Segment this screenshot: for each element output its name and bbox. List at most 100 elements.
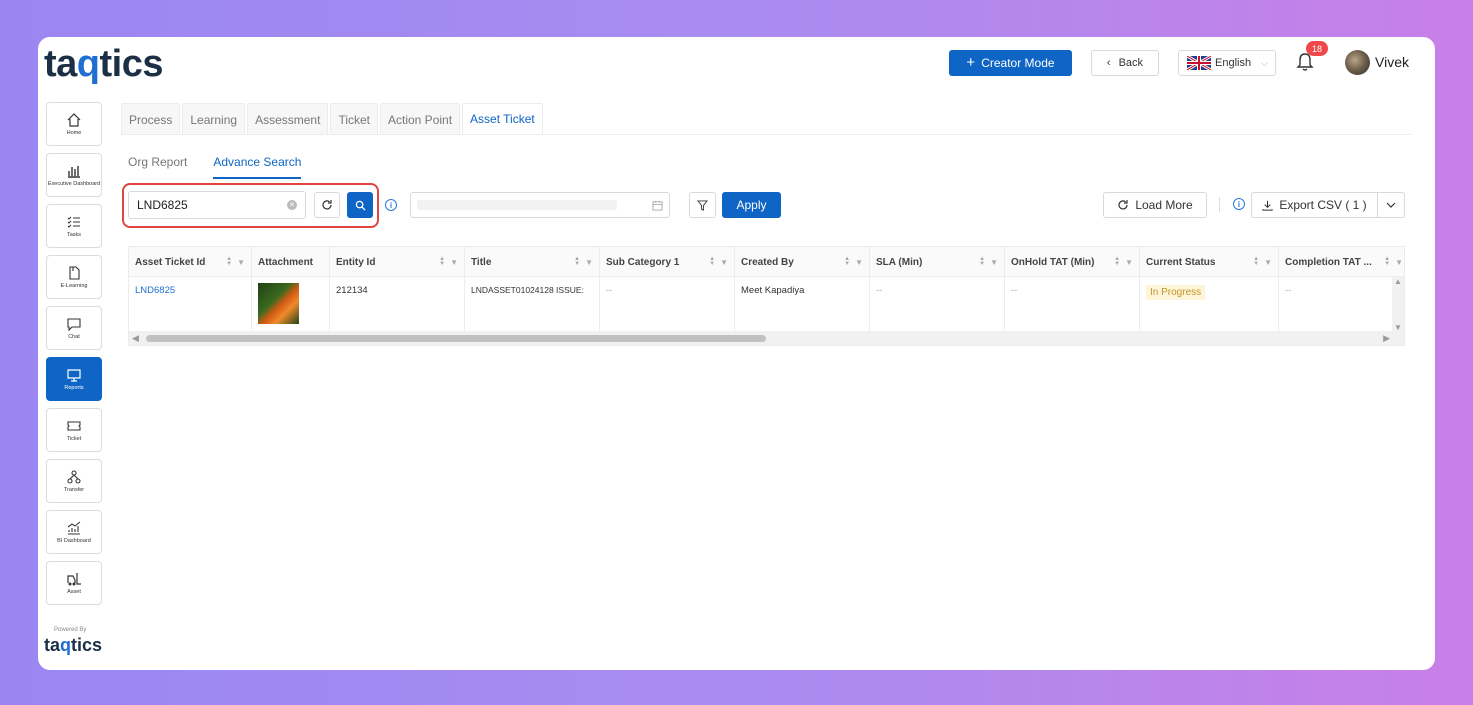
sidebar-item-executive-dashboard[interactable]: Executive Dashboard [46, 153, 102, 197]
column-header-attachment[interactable]: Attachment [252, 247, 330, 277]
export-csv-main[interactable]: Export CSV ( 1 ) [1252, 193, 1378, 217]
load-more-button[interactable]: Load More [1103, 192, 1207, 218]
column-label: Current Status [1146, 256, 1216, 268]
sort-icon[interactable]: ▲ ▼ [574, 256, 580, 267]
powered-by-logo: taqtics [44, 635, 103, 655]
column-header-entity-id[interactable]: Entity Id ▲ ▼ ▼ [330, 247, 465, 277]
analytics-icon [67, 521, 81, 535]
filter-icon[interactable]: ▼ [1264, 258, 1272, 267]
sidebar-item-bi-dashboard[interactable]: BI Dashboard [46, 510, 102, 554]
tab-asset-ticket[interactable]: Asset Ticket [462, 103, 543, 135]
ticket-icon [67, 421, 81, 431]
sidebar-item-tasks[interactable]: Tasks [46, 204, 102, 248]
sidebar-item-e-learning[interactable]: E-Learning [46, 255, 102, 299]
column-header-asset-ticket-id[interactable]: Asset Ticket Id ▲ ▼ ▼ [129, 247, 252, 277]
bar-chart-icon [68, 166, 80, 178]
home-icon [67, 113, 81, 127]
sidebar-item-chat[interactable]: Chat [46, 306, 102, 350]
search-button[interactable] [347, 192, 373, 218]
filter-icon[interactable]: ▼ [1125, 258, 1133, 267]
sort-icon[interactable]: ▲ ▼ [709, 256, 715, 267]
export-csv-button[interactable]: Export CSV ( 1 ) [1251, 192, 1405, 218]
chevron-left-icon: ‹ [1106, 57, 1111, 69]
scroll-up-icon[interactable]: ▲ [1394, 277, 1402, 286]
tab-assessment[interactable]: Assessment [247, 103, 329, 135]
export-csv-label: Export CSV ( 1 ) [1279, 198, 1367, 212]
filter-icon[interactable]: ▼ [450, 258, 458, 267]
column-header-completion-tat[interactable]: Completion TAT ... ▲ ▼ ▼ [1279, 247, 1404, 277]
username[interactable]: Vivek [1375, 54, 1409, 70]
column-header-sla[interactable]: SLA (Min) ▲ ▼ ▼ [870, 247, 1005, 277]
sidebar-item-ticket[interactable]: Ticket [46, 408, 102, 452]
sidebar-item-reports[interactable]: Reports [46, 357, 102, 401]
filter-icon[interactable]: ▼ [1395, 258, 1403, 267]
tab-process[interactable]: Process [121, 103, 181, 135]
back-button[interactable]: ‹ Back [1091, 50, 1159, 76]
cell-sub-category: -- [600, 277, 735, 332]
info-icon[interactable]: i [385, 199, 397, 211]
scroll-right-icon[interactable]: ▶ [1383, 333, 1390, 344]
sort-icon[interactable]: ▲ ▼ [1253, 256, 1259, 267]
cell-attachment [252, 277, 330, 332]
sidebar-item-asset[interactable]: Asset [46, 561, 102, 605]
column-header-onhold-tat[interactable]: OnHold TAT (Min) ▲ ▼ ▼ [1005, 247, 1140, 277]
filter-icon[interactable]: ▼ [585, 258, 593, 267]
column-header-created-by[interactable]: Created By ▲ ▼ ▼ [735, 247, 870, 277]
filter-icon[interactable]: ▼ [990, 258, 998, 267]
subtab-org-report[interactable]: Org Report [128, 155, 187, 179]
language-select[interactable]: English ⌵ [1178, 50, 1276, 76]
download-icon [1262, 200, 1273, 211]
column-header-current-status[interactable]: Current Status ▲ ▼ ▼ [1140, 247, 1279, 277]
column-header-sub-category[interactable]: Sub Category 1 ▲ ▼ ▼ [600, 247, 735, 277]
table-row[interactable]: LND6825 212134 LNDASSET01024128 ISSUE: -… [129, 277, 1404, 332]
cell-completion-tat: -- [1285, 285, 1292, 296]
filter-icon [697, 199, 708, 211]
sidebar-item-label: BI Dashboard [57, 538, 91, 544]
apply-button[interactable]: Apply [722, 192, 781, 218]
scroll-left-icon[interactable]: ◀ [132, 333, 139, 344]
column-label: Entity Id [336, 256, 376, 268]
sidebar-item-home[interactable]: Home [46, 102, 102, 146]
filter-icon[interactable]: ▼ [855, 258, 863, 267]
scrollbar-thumb[interactable] [146, 335, 766, 342]
search-input[interactable]: LND6825 ✕ [128, 191, 306, 219]
tab-ticket[interactable]: Ticket [330, 103, 378, 135]
plus-icon: + [966, 54, 976, 71]
clear-icon[interactable]: ✕ [287, 200, 297, 210]
attachment-thumbnail[interactable] [258, 283, 299, 324]
cell-onhold-tat: -- [1005, 277, 1140, 332]
sort-icon[interactable]: ▲ ▼ [979, 256, 985, 267]
creator-mode-button[interactable]: + Creator Mode [949, 50, 1072, 76]
sort-icon[interactable]: ▲ ▼ [1114, 256, 1120, 267]
sort-icon[interactable]: ▲ ▼ [1384, 256, 1390, 267]
avatar[interactable] [1345, 50, 1370, 75]
column-header-title[interactable]: Title ▲ ▼ ▼ [465, 247, 600, 277]
chat-icon [67, 318, 81, 332]
horizontal-scrollbar[interactable]: ◀ ▶ [129, 331, 1404, 345]
date-range-input[interactable] [410, 192, 670, 218]
network-icon [67, 470, 81, 484]
tab-action-point[interactable]: Action Point [380, 103, 461, 135]
export-info-icon[interactable]: i [1233, 198, 1245, 210]
sort-icon[interactable]: ▲ ▼ [226, 256, 232, 267]
sort-icon[interactable]: ▲ ▼ [439, 256, 445, 267]
creator-mode-label: Creator Mode [981, 56, 1055, 70]
export-dropdown-toggle[interactable] [1378, 193, 1404, 217]
asset-ticket-table: Asset Ticket Id ▲ ▼ ▼ Attachment Entity Id… [128, 246, 1405, 346]
column-label: OnHold TAT (Min) [1011, 256, 1095, 268]
subtab-advance-search[interactable]: Advance Search [213, 155, 302, 179]
filter-icon[interactable]: ▼ [237, 258, 245, 267]
sort-icon[interactable]: ▲ ▼ [844, 256, 850, 267]
cell-asset-ticket-id[interactable]: LND6825 [129, 277, 252, 332]
sidebar-item-transfer[interactable]: Transfer [46, 459, 102, 503]
taqtics-logo[interactable]: taqtics [44, 43, 164, 86]
tab-learning[interactable]: Learning [182, 103, 246, 135]
filter-button[interactable] [689, 192, 716, 218]
reset-search-button[interactable] [314, 192, 340, 218]
vertical-scrollbar[interactable]: ▲ ▼ [1392, 277, 1404, 332]
module-tabs: Process Learning Assessment Ticket Actio… [121, 103, 545, 135]
toolbar-divider [1219, 197, 1220, 212]
sidebar-item-label: Ticket [66, 436, 82, 442]
filter-icon[interactable]: ▼ [720, 258, 728, 267]
load-more-label: Load More [1135, 198, 1193, 212]
